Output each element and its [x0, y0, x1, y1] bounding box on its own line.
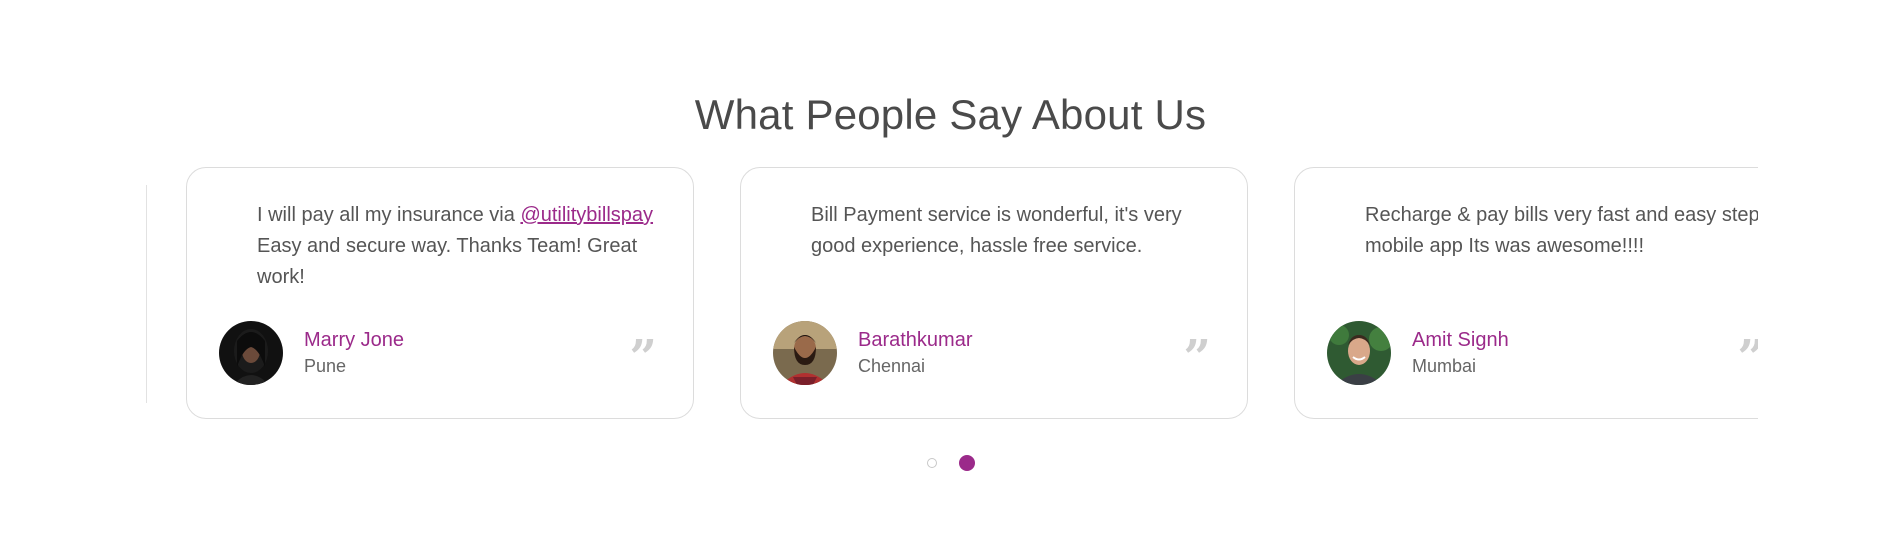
quote-icon: ”: [1183, 338, 1211, 368]
testimonial-card: Recharge & pay bills very fast and easy …: [1294, 167, 1758, 419]
previous-card-edge: [146, 185, 147, 403]
testimonial-card: I will pay all my insurance via @utility…: [186, 167, 694, 419]
author-name: Marry Jone: [304, 329, 405, 351]
testimonial-text: Bill Payment service is wonderful, it's …: [811, 204, 1182, 257]
testimonial-carousel[interactable]: I will pay all my insurance via @utility…: [146, 167, 1758, 421]
author-name: Barathkumar: [858, 329, 973, 351]
avatar: [219, 321, 283, 385]
mention-link[interactable]: @utilitybillspay: [520, 204, 653, 226]
man-beard-red-shirt-avatar-icon: [773, 321, 837, 385]
woman-dark-hair-avatar-icon: [219, 321, 283, 385]
testimonial-text: I will pay all my insurance via @utility…: [257, 204, 654, 288]
pagination-dot-1[interactable]: [926, 458, 937, 468]
pagination-dot-2[interactable]: [958, 455, 975, 471]
author-city: Pune: [304, 356, 347, 376]
section-title: What People Say About Us: [694, 90, 1207, 138]
carousel-pagination: [0, 455, 1901, 471]
man-smiling-green-background-avatar-icon: [1327, 321, 1391, 385]
avatar: [1327, 321, 1391, 385]
testimonial-card: Bill Payment service is wonderful, it's …: [740, 167, 1248, 419]
quote-icon: ”: [1737, 338, 1758, 368]
author-city: Mumbai: [1412, 356, 1477, 376]
author-name: Amit Signh: [1412, 329, 1509, 351]
avatar: [773, 321, 837, 385]
testimonial-text: Recharge & pay bills very fast and easy …: [1365, 204, 1758, 257]
quote-icon: ”: [629, 338, 657, 368]
author-city: Chennai: [858, 356, 926, 376]
testimonials-section: What People Say About Us I will pay all …: [0, 0, 1901, 542]
